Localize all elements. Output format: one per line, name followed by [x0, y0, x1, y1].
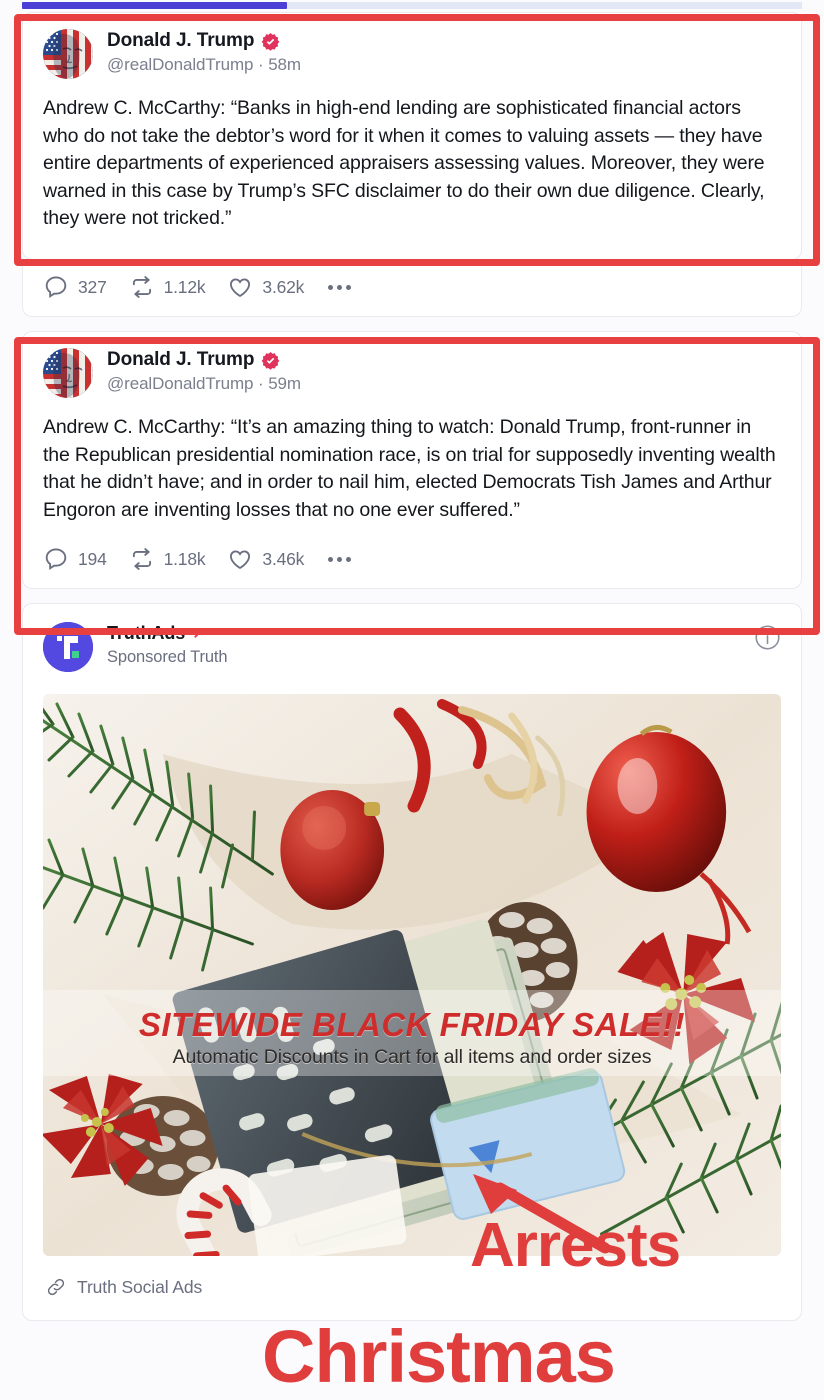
post-timestamp[interactable]: 58m [268, 55, 301, 74]
ad-subhead: Automatic Discounts in Cart for all item… [172, 1046, 652, 1068]
post-timestamp[interactable]: 59m [268, 374, 301, 393]
author-name-row: Donald J. Trump [107, 30, 301, 52]
link-chain-icon [47, 1278, 65, 1296]
sponsored-ad-card[interactable]: TruthAds ↗ Sponsored Truth SITEWIDE BLAC… [22, 603, 802, 1321]
flag-face-avatar [43, 29, 93, 79]
flag-face-avatar [43, 348, 93, 398]
post-body-text: Andrew C. McCarthy: “Banks in high-end l… [43, 97, 765, 229]
like-action[interactable]: 3.46k [227, 546, 304, 572]
ad-name-row: TruthAds ↗ [107, 623, 228, 644]
post-card[interactable]: Donald J. Trump @realDonaldTrump · 59m A… [22, 331, 802, 589]
page-progress-fill [22, 2, 288, 9]
author-name-row: Donald J. Trump [107, 349, 301, 371]
post-author-block: Donald J. Trump @realDonaldTrump · 59m [107, 348, 301, 394]
ad-sponsored-label: Sponsored Truth [107, 648, 228, 666]
author-handle-row: @realDonaldTrump · 58m [107, 55, 301, 75]
post-body-text: Andrew C. McCarthy: “It’s an amazing thi… [43, 416, 776, 521]
author-handle[interactable]: @realDonaldTrump [107, 55, 253, 74]
verified-badge-icon [261, 32, 280, 51]
ad-author-block: TruthAds ↗ Sponsored Truth [107, 622, 228, 667]
handle-separator: · [258, 55, 264, 74]
heart-icon [230, 278, 251, 298]
heart-icon [230, 550, 251, 570]
retruth-icon [132, 276, 151, 298]
verified-badge-icon [261, 351, 280, 370]
author-handle[interactable]: @realDonaldTrump [107, 374, 253, 393]
post-header: Donald J. Trump @realDonaldTrump · 59m [23, 332, 801, 398]
ad-advertiser-name[interactable]: TruthAds [107, 623, 185, 644]
more-horizontal-icon[interactable] [326, 284, 352, 290]
more-horizontal-icon[interactable] [326, 556, 352, 562]
reply-action[interactable]: 327 [43, 274, 107, 300]
repost-action[interactable]: 1.12k [129, 274, 206, 300]
reply-count: 194 [78, 548, 107, 569]
retruth-icon [132, 548, 151, 570]
handle-separator: · [258, 374, 264, 393]
avatar[interactable] [43, 29, 93, 79]
like-count: 3.62k [262, 276, 305, 297]
post-author-block: Donald J. Trump @realDonaldTrump · 58m [107, 29, 301, 75]
post-actions-card: 327 1.12k 3.62k [22, 260, 802, 317]
ad-footer-link-label[interactable]: Truth Social Ads [77, 1277, 202, 1298]
post-actions: 327 1.12k 3.62k [23, 260, 801, 316]
external-link-arrow-icon: ↗ [192, 624, 206, 642]
truthads-logo-icon [43, 622, 93, 672]
repost-action[interactable]: 1.18k [129, 546, 206, 572]
info-circle-icon[interactable] [754, 624, 781, 656]
ad-headline: SITEWIDE BLACK FRIDAY SALE!! [138, 1006, 686, 1043]
comment-icon [45, 548, 67, 571]
comment-icon [45, 276, 67, 299]
like-action[interactable]: 3.62k [227, 274, 304, 300]
ad-footer[interactable]: Truth Social Ads [23, 1256, 801, 1320]
author-display-name[interactable]: Donald J. Trump [107, 349, 254, 371]
author-display-name[interactable]: Donald J. Trump [107, 30, 254, 52]
truth-social-feed-screen: Donald J. Trump @realDonaldTrump · 58m A… [0, 0, 824, 1400]
reply-action[interactable]: 194 [43, 546, 107, 572]
post-header: Donald J. Trump @realDonaldTrump · 58m [23, 13, 801, 79]
page-progress-track [22, 2, 802, 9]
author-handle-row: @realDonaldTrump · 59m [107, 374, 301, 394]
christmas-flatlay-photo [43, 694, 781, 1256]
post-actions: 194 1.18k 3.46k [23, 524, 801, 588]
info-circle-glyph [755, 625, 780, 650]
repost-count: 1.18k [163, 548, 206, 569]
feed-column: Donald J. Trump @realDonaldTrump · 58m A… [22, 12, 802, 1333]
ad-header: TruthAds ↗ Sponsored Truth [23, 604, 801, 672]
reply-count: 327 [78, 276, 107, 297]
avatar[interactable] [43, 348, 93, 398]
like-count: 3.46k [262, 548, 305, 569]
truthads-logo-glyph [43, 622, 93, 672]
ad-creative-image[interactable]: SITEWIDE BLACK FRIDAY SALE!! Automatic D… [43, 694, 781, 1256]
post-card[interactable]: Donald J. Trump @realDonaldTrump · 58m A… [22, 12, 802, 260]
repost-count: 1.12k [163, 276, 206, 297]
